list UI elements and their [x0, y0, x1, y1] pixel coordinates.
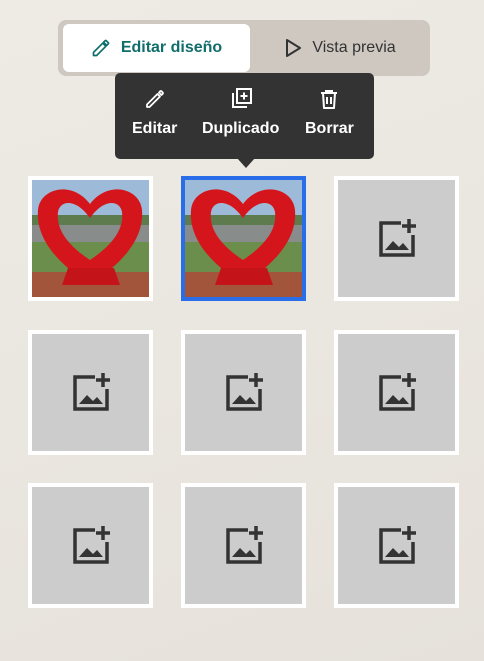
photo-slot-2[interactable] — [181, 176, 306, 301]
heart-sculpture-photo — [32, 180, 149, 297]
preview-label: Vista previa — [312, 39, 396, 56]
duplicate-photo-button[interactable]: Duplicado — [202, 87, 279, 138]
edit-design-label: Editar diseño — [120, 39, 223, 56]
preview-tab[interactable]: Vista previa — [254, 24, 426, 72]
tooltip-arrow — [237, 158, 255, 168]
photo-actions-menu: Editar Duplicado Borrar — [115, 73, 374, 168]
trash-icon — [321, 90, 338, 109]
duplicate-icon — [231, 88, 252, 108]
mode-toggle: Editar diseño Vista previa — [58, 20, 430, 76]
edit-photo-button[interactable]: Editar — [132, 87, 177, 138]
play-icon — [286, 39, 302, 57]
edit-design-tab[interactable]: Editar diseño — [63, 24, 250, 72]
add-photo-icon — [378, 525, 416, 564]
add-photo-icon — [378, 218, 416, 257]
empty-photo-slot-5[interactable] — [181, 330, 306, 455]
add-photo-icon — [72, 525, 110, 564]
empty-photo-slot-6[interactable] — [334, 330, 459, 455]
add-photo-icon — [378, 372, 416, 411]
empty-photo-slot-3[interactable] — [334, 176, 459, 301]
edit-photo-label: Editar — [132, 120, 178, 137]
heart-sculpture-photo — [185, 180, 302, 297]
add-photo-icon — [72, 372, 110, 411]
empty-photo-slot-4[interactable] — [28, 330, 153, 455]
add-photo-icon — [225, 525, 263, 564]
pencil-icon — [145, 90, 164, 108]
empty-photo-slot-8[interactable] — [181, 483, 306, 608]
delete-photo-button[interactable]: Borrar — [305, 87, 354, 138]
empty-photo-slot-9[interactable] — [334, 483, 459, 608]
delete-photo-label: Borrar — [305, 120, 354, 137]
photo-slot-1[interactable] — [28, 176, 153, 301]
add-photo-icon — [225, 372, 263, 411]
pencil-icon — [92, 39, 110, 57]
duplicate-photo-label: Duplicado — [202, 120, 280, 137]
empty-photo-slot-7[interactable] — [28, 483, 153, 608]
